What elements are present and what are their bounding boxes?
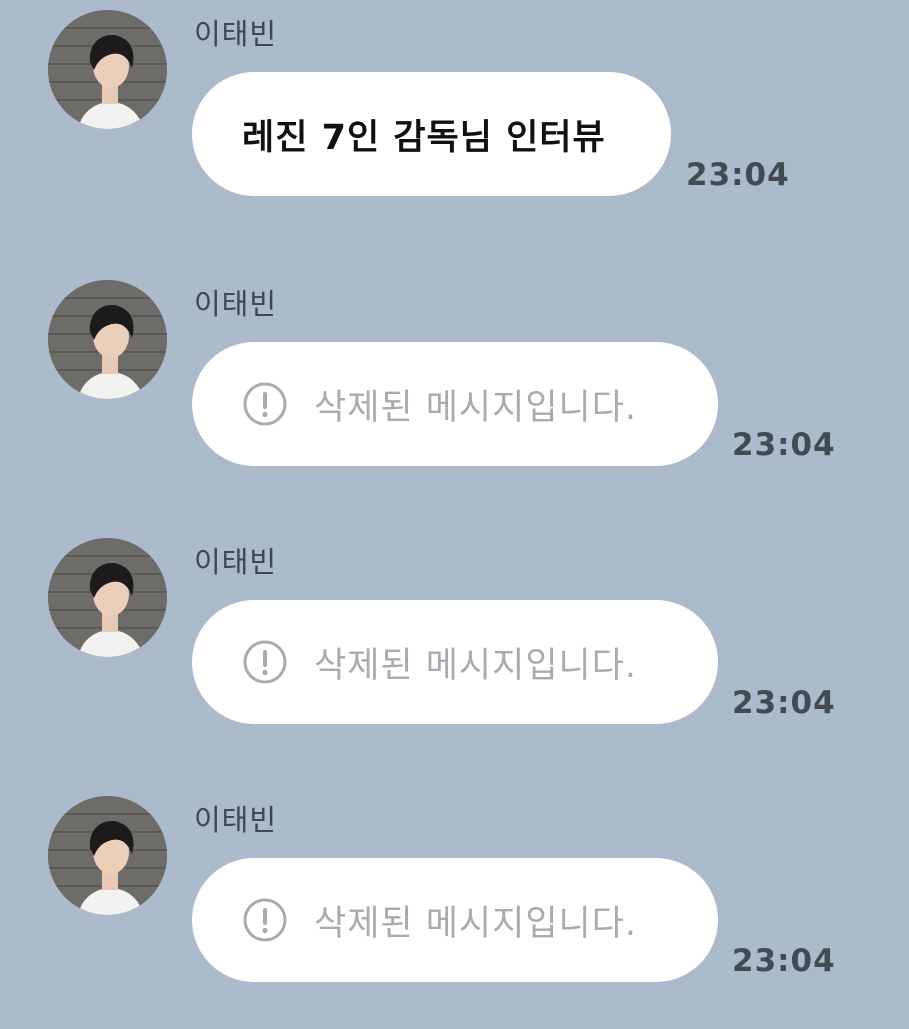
exclamation-circle-icon	[242, 639, 288, 685]
message-time: 23:04	[686, 157, 790, 193]
message-row: 이태빈 삭제된 메시지입니다. 23:04	[0, 528, 909, 758]
deleted-message-text: 삭제된 메시지입니다.	[314, 387, 638, 428]
deleted-message-text: 삭제된 메시지입니다.	[314, 645, 638, 686]
avatar[interactable]	[48, 538, 167, 657]
sender-name: 이태빈	[194, 545, 278, 579]
message-row: 이태빈 삭제된 메시지입니다. 23:04	[0, 786, 909, 1016]
deleted-message-bubble[interactable]: 삭제된 메시지입니다.	[192, 342, 718, 466]
message-text: 레진 7인 감독님 인터뷰	[242, 117, 606, 158]
chat-area[interactable]: 이태빈 레진 7인 감독님 인터뷰 23:04 이태빈 삭제된 메시지입니다. …	[0, 0, 909, 1029]
message-time: 23:04	[732, 427, 836, 463]
deleted-message-text: 삭제된 메시지입니다.	[314, 903, 638, 944]
sender-name: 이태빈	[194, 803, 278, 837]
message-time: 23:04	[732, 943, 836, 979]
exclamation-circle-icon	[242, 897, 288, 943]
avatar[interactable]	[48, 280, 167, 399]
message-row: 이태빈 삭제된 메시지입니다. 23:04	[0, 270, 909, 500]
message-bubble[interactable]: 레진 7인 감독님 인터뷰	[192, 72, 671, 196]
deleted-message-bubble[interactable]: 삭제된 메시지입니다.	[192, 858, 718, 982]
exclamation-circle-icon	[242, 381, 288, 427]
sender-name: 이태빈	[194, 287, 278, 321]
avatar[interactable]	[48, 796, 167, 915]
deleted-message-bubble[interactable]: 삭제된 메시지입니다.	[192, 600, 718, 724]
profile-photo-icon	[48, 10, 167, 129]
sender-name: 이태빈	[194, 17, 278, 51]
profile-photo-icon	[48, 796, 167, 915]
profile-photo-icon	[48, 538, 167, 657]
avatar[interactable]	[48, 10, 167, 129]
profile-photo-icon	[48, 280, 167, 399]
message-row: 이태빈 레진 7인 감독님 인터뷰 23:04	[0, 0, 909, 230]
message-time: 23:04	[732, 685, 836, 721]
